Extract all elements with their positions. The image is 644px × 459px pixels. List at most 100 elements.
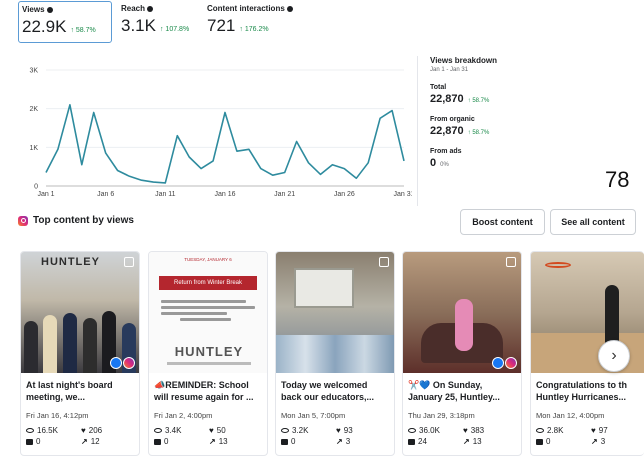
x-tick-label: Jan 16 [214,191,235,198]
post-title: Today we welcomed back our educators,... [281,380,375,402]
post-shares: ↗ 13 [209,436,228,446]
instagram-icon [123,357,135,369]
comment-icon [408,438,415,445]
chart-svg: 0 1K 2K 3K Jan 1 Jan 6 Jan 11 Jan 16 Jan 21 Jan 2… [29,68,412,199]
next-arrow-button[interactable]: › [598,340,630,372]
metric-label: Content interactions [207,4,285,13]
post-card[interactable]: ✂️💙 On Sunday, January 25, Huntley... Th… [402,251,522,456]
post-title: ✂️💙 On Sunday, January 25, Huntley... [408,380,500,402]
post-date: Mon Jan 5, 7:00pm [281,411,346,420]
eye-icon [536,428,544,433]
x-tick-label: Jan 26 [334,191,355,198]
comment-icon [281,438,288,445]
thumb-headline: Return from Winter Break [159,276,257,290]
breakdown-total: Total 22,870 ↑ 58.7% [430,84,542,105]
post-card[interactable]: Today we welcomed back our educators,...… [275,251,395,456]
comment-icon [536,438,543,445]
instagram-icon [18,215,28,226]
metric-value: 22.9K [22,17,67,36]
post-views: 3.2K [281,426,336,435]
facebook-icon [492,357,504,369]
metric-change: ↑ 176.2% [239,26,269,33]
breakdown-value: 22,870 [430,93,464,105]
heart-icon: ♥ [209,425,214,435]
post-title: At last night's board meeting, we... [26,380,113,402]
post-thumbnail: TUESDAY, JANUARY 6 Return from Winter Br… [149,252,267,373]
info-icon[interactable] [46,6,53,13]
thumb-banner-text: HUNTLEY [41,256,100,268]
x-tick-label: Jan 6 [97,191,114,198]
x-tick-label: Jan 11 [155,191,176,198]
post-views: 16.5K [26,426,81,435]
y-tick-label: 0 [34,184,38,191]
y-tick-label: 2K [29,106,38,113]
post-shares: ↗ 3 [336,436,351,446]
post-likes: ♥ 93 [336,425,353,435]
share-icon: ↗ [209,436,216,446]
metric-tab-reach[interactable]: Reach 3.1K ↑ 107.8% [121,4,189,36]
post-shares: ↗ 13 [463,436,482,446]
post-likes: ♥ 97 [591,425,608,435]
share-icon: ↗ [463,436,470,446]
post-thumbnail [403,252,521,373]
x-tick-label: Jan 21 [274,191,295,198]
thumb-logo-text: HUNTLEY [174,344,244,359]
comment-icon [154,438,161,445]
metric-label: Views [22,5,45,14]
eye-icon [154,428,162,433]
y-tick-label: 3K [29,68,38,75]
post-comments: 24 [408,437,463,446]
eye-icon [281,428,289,433]
metric-change: ↑ 58.7% [70,27,96,34]
metric-value: 3.1K [121,16,156,35]
post-title: Congratulations to th Huntley Hurricanes… [536,380,627,402]
post-date: Fri Jan 2, 4:00pm [154,411,213,420]
post-likes: ♥ 206 [81,425,103,435]
post-date: Thu Jan 29, 3:18pm [408,411,475,420]
eye-icon [26,428,34,433]
see-all-content-button[interactable]: See all content [550,209,636,235]
breakdown-title: Views breakdown [430,56,497,65]
post-date: Mon Jan 12, 4:00pm [536,411,605,420]
metric-value: 721 [207,16,236,35]
top-content-title: Top content by views [33,215,134,226]
breakdown-date-range: Jan 1 - Jan 31 [430,67,469,73]
overlay-number: 78 [605,167,630,192]
views-breakdown-panel: Views breakdown Jan 1 - Jan 31 Total 22,… [417,56,542,206]
heart-icon: ♥ [463,425,468,435]
breakdown-ads: From ads 0 0% [430,148,542,169]
post-likes: ♥ 383 [463,425,485,435]
views-series-line [45,103,405,184]
post-thumbnail: HUNTLEY [21,252,139,373]
breakdown-label: From organic [430,116,475,123]
breakdown-label: From ads [430,148,462,155]
post-card[interactable]: TUESDAY, JANUARY 6 Return from Winter Br… [148,251,268,456]
post-shares: ↗ 3 [591,436,606,446]
post-shares: ↗ 12 [81,436,100,446]
info-icon[interactable] [286,5,293,12]
metric-tab-views[interactable]: Views 22.9K ↑ 58.7% [18,1,112,43]
y-tick-label: 1K [29,145,38,152]
heart-icon: ♥ [336,425,341,435]
thumb-date-text: TUESDAY, JANUARY 6 [184,257,232,262]
breakdown-label: Total [430,84,447,91]
metric-tab-content-interactions[interactable]: Content interactions 721 ↑ 176.2% [207,4,293,36]
x-tick-label: Jan 31 [393,191,412,198]
carousel-icon [506,257,516,267]
post-views: 2.8K [536,426,591,435]
share-icon: ↗ [591,436,598,446]
heart-icon: ♥ [591,425,596,435]
post-card[interactable]: HUNTLEY At last night's board meeting, w… [20,251,140,456]
post-comments: 0 [26,437,81,446]
info-icon[interactable] [147,5,154,12]
boost-content-button[interactable]: Boost content [460,209,545,235]
metric-label: Reach [121,4,146,13]
post-date: Fri Jan 16, 4:12pm [26,411,89,420]
post-thumbnail [276,252,394,373]
breakdown-organic: From organic 22,870 ↑ 58.7% [430,116,542,137]
post-views: 3.4K [154,426,209,435]
heart-icon: ♥ [81,425,86,435]
carousel-icon [379,257,389,267]
post-views: 36.0K [408,426,463,435]
breakdown-value: 0 [430,157,437,169]
